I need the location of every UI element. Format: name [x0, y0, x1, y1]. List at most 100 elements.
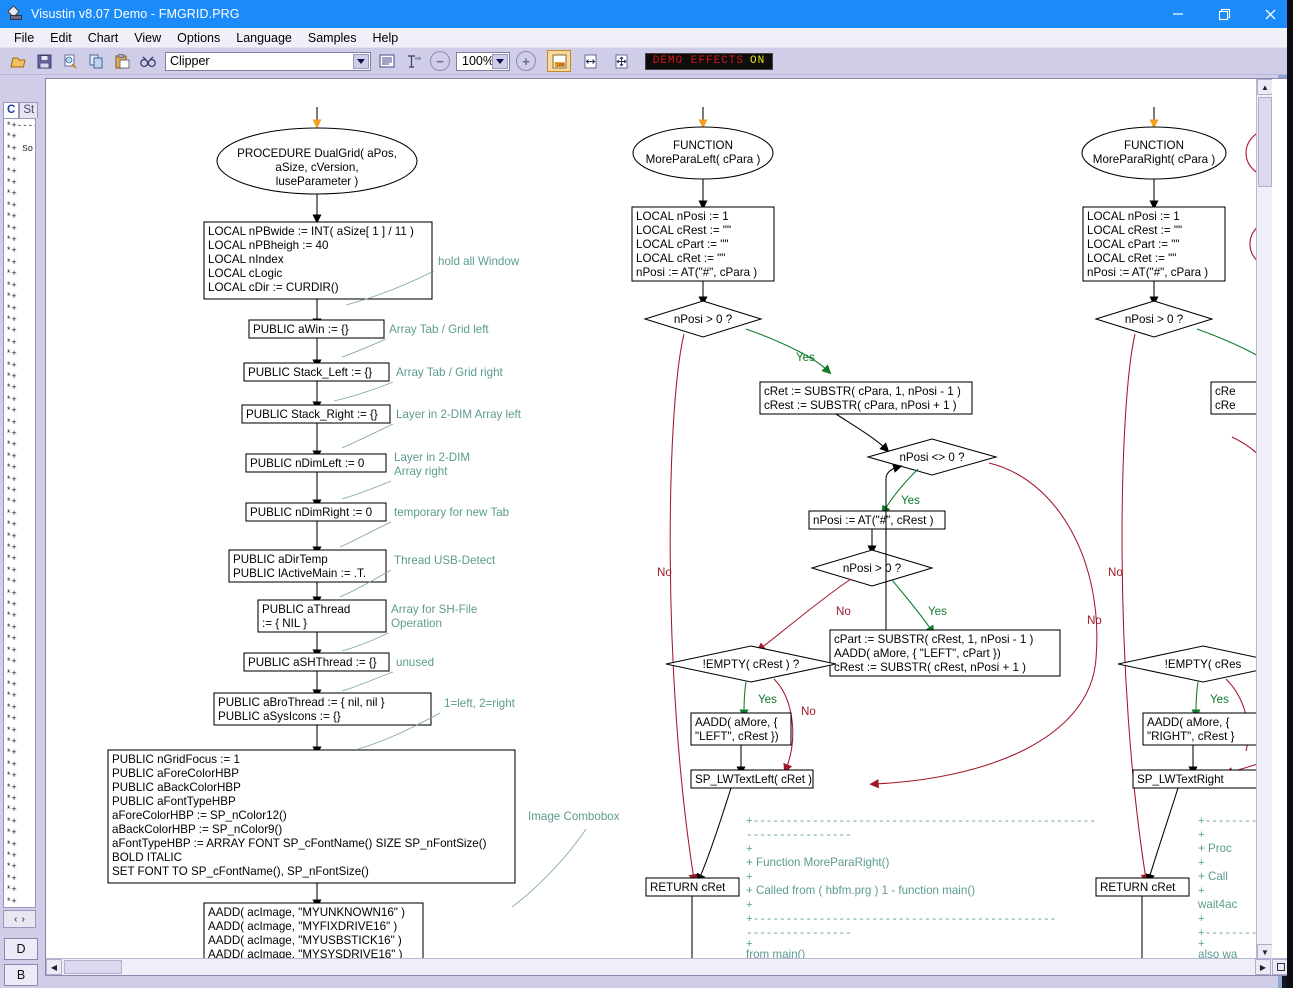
svg-text:cRest := SUBSTR( cRest, nPosi: cRest := SUBSTR( cRest, nPosi + 1 ) [834, 661, 1026, 674]
fit-width-icon[interactable] [578, 50, 602, 72]
language-combo-value: Clipper [170, 54, 210, 68]
menu-item-file[interactable]: File [6, 30, 42, 46]
window-controls [1155, 0, 1293, 28]
scroll-left-icon[interactable]: ◀ [46, 959, 62, 975]
svg-text:+: + [746, 900, 753, 912]
save-disk-icon[interactable] [32, 50, 56, 72]
svg-text:PUBLIC Stack_Right := {}: PUBLIC Stack_Right := {} [246, 408, 378, 421]
flowchart-canvas-area: .n { fill:#fff; stroke:#000; stroke-widt… [45, 78, 1288, 976]
demo-effects-label: DEMO EFFECTS [652, 55, 744, 67]
svg-text:nPosi > 0 ?: nPosi > 0 ? [843, 562, 902, 575]
horizontal-scroll-thumb[interactable] [64, 960, 122, 974]
svg-text:luseParameter ): luseParameter ) [276, 175, 359, 188]
svg-text:Layer in 2-DIM Array left: Layer in 2-DIM Array left [396, 408, 522, 421]
svg-text:aFontTypeHBP := ARRAY FONT SP_: aFontTypeHBP := ARRAY FONT SP_cFontName(… [112, 837, 487, 850]
svg-text:PUBLIC aSysIcons := {}: PUBLIC aSysIcons := {} [218, 710, 341, 723]
scroll-up-icon[interactable]: ▲ [1257, 79, 1272, 95]
svg-text:unused: unused [396, 656, 434, 669]
svg-text:LOCAL cPart := "": LOCAL cPart := "" [1087, 238, 1180, 251]
tab-struct[interactable]: St [19, 102, 39, 118]
svg-text:cRe: cRe [1215, 385, 1236, 398]
menu-bar: File Edit Chart View Options Language Sa… [0, 28, 1293, 48]
svg-text:em: em [415, 56, 421, 62]
svg-text:+---------: +--------- [1198, 816, 1264, 828]
svg-text:SP_LWTextLeft( cRet ): SP_LWTextLeft( cRet ) [695, 773, 812, 786]
svg-text:No: No [1108, 566, 1123, 579]
canvas-horizontal-scrollbar[interactable]: ◀ ▶ [46, 958, 1287, 975]
zoom-100-icon[interactable]: 100 [547, 50, 571, 72]
tab-code[interactable]: C [3, 102, 20, 118]
svg-text:PUBLIC aForeColorHBP: PUBLIC aForeColorHBP [112, 767, 239, 780]
svg-text:SET FONT TO SP_cFontName(), SP: SET FONT TO SP_cFontName(), SP_nFontSize… [112, 865, 369, 878]
menu-item-help[interactable]: Help [365, 30, 407, 46]
svg-text:RETURN cRet: RETURN cRet [1100, 881, 1176, 894]
restore-icon[interactable] [1201, 0, 1247, 28]
menu-item-edit[interactable]: Edit [42, 30, 80, 46]
svg-text:+-----------------------------: +---------------------------------------… [746, 914, 1056, 926]
svg-text:cPart := SUBSTR( cRest, 1, nPo: cPart := SUBSTR( cRest, 1, nPosi - 1 ) [834, 633, 1034, 646]
svg-text:LOCAL cRest := "": LOCAL cRest := "" [636, 224, 731, 237]
font-size-icon[interactable]: em [401, 50, 425, 72]
source-code-preview[interactable]: *+----- *+ *+ So *+ *+ ( *+ *+ l *+ *+ *… [3, 118, 36, 908]
zoom-out-button[interactable]: − [430, 51, 450, 71]
toolbar: Clipper em − 100% + 100 DEMO EFFECTS ON [0, 48, 1293, 75]
source-panel-buttons: D B E [4, 938, 38, 988]
svg-text:PUBLIC aBroThread := { nil, n: PUBLIC aBroThread := { nil, nil } [218, 696, 385, 709]
svg-text:LOCAL cRet := "": LOCAL cRet := "" [636, 252, 725, 265]
open-folder-icon[interactable] [6, 50, 30, 72]
svg-text:PUBLIC Stack_Left := {}: PUBLIC Stack_Left := {} [248, 366, 372, 379]
svg-text:PUBLIC aSHThread := {}: PUBLIC aSHThread := {} [248, 656, 377, 669]
find-binoculars-icon[interactable] [136, 50, 160, 72]
svg-text:RETURN cRet: RETURN cRet [650, 881, 726, 894]
menu-item-samples[interactable]: Samples [300, 30, 365, 46]
svg-text:100: 100 [555, 62, 565, 68]
menu-item-options[interactable]: Options [169, 30, 228, 46]
flowchart-canvas[interactable]: .n { fill:#fff; stroke:#000; stroke-widt… [46, 79, 1272, 960]
svg-text:PUBLIC lActiveMain := .T.: PUBLIC lActiveMain := .T. [233, 567, 366, 580]
svg-text:Layer in 2-DIM: Layer in 2-DIM [394, 451, 470, 464]
vertical-scroll-thumb[interactable] [1258, 97, 1272, 187]
svg-text:----------------: ---------------- [746, 830, 852, 842]
copy-icon[interactable] [84, 50, 108, 72]
svg-text:BOLD ITALIC: BOLD ITALIC [112, 851, 182, 864]
svg-text:Yes: Yes [796, 351, 815, 364]
zoom-level-value: 100% [462, 54, 494, 68]
resize-grip-icon[interactable] [1272, 959, 1287, 975]
panel-button-d[interactable]: D [4, 938, 38, 960]
scroll-right-icon[interactable]: ▶ [1255, 959, 1271, 975]
svg-text:wait4ac: wait4ac [1197, 898, 1238, 911]
print-preview-icon[interactable] [58, 50, 82, 72]
menu-item-view[interactable]: View [126, 30, 169, 46]
svg-text:AADD( aMore, { "LEFT", cPart }: AADD( aMore, { "LEFT", cPart }) [834, 647, 1001, 660]
svg-text:No: No [657, 566, 672, 579]
svg-text:Thread USB-Detect: Thread USB-Detect [394, 554, 496, 567]
fit-page-icon[interactable] [609, 50, 633, 72]
svg-text:PUBLIC aBackColorHBP: PUBLIC aBackColorHBP [112, 781, 241, 794]
svg-text:PUBLIC nGridFocus := 1: PUBLIC nGridFocus := 1 [112, 753, 240, 766]
canvas-vertical-scrollbar[interactable]: ▲ ▼ [1256, 79, 1272, 960]
panel-button-b[interactable]: B [4, 964, 38, 986]
title-bar: Visustin v8.07 Demo - FMGRID.PRG [0, 0, 1293, 28]
language-combo[interactable]: Clipper [165, 51, 371, 71]
nav-prev-icon[interactable]: ‹ [14, 914, 17, 925]
svg-text:Operation: Operation [391, 617, 442, 630]
nav-next-icon[interactable]: › [22, 914, 25, 925]
list-view-icon[interactable] [375, 50, 399, 72]
menu-item-language[interactable]: Language [228, 30, 300, 46]
chevron-down-icon[interactable] [353, 53, 369, 69]
svg-text:+: + [1198, 830, 1205, 842]
zoom-level-combo[interactable]: 100% [456, 51, 510, 71]
svg-text:Array for SH-File: Array for SH-File [391, 603, 477, 616]
svg-text:MoreParaRight( cPara ): MoreParaRight( cPara ) [1093, 153, 1216, 166]
chevron-down-icon[interactable] [492, 53, 508, 69]
svg-text:temporary for new Tab: temporary for new Tab [394, 506, 509, 519]
svg-text:PUBLIC nDimLeft := 0: PUBLIC nDimLeft := 0 [250, 457, 364, 470]
menu-item-chart[interactable]: Chart [80, 30, 127, 46]
paste-icon[interactable] [110, 50, 134, 72]
svg-text:LOCAL cRet := "": LOCAL cRet := "" [1087, 252, 1176, 265]
svg-text:AADD( aMore, {: AADD( aMore, { [1147, 716, 1230, 729]
svg-text:PROCEDURE DualGrid( aPos,: PROCEDURE DualGrid( aPos, [237, 147, 397, 160]
minimize-icon[interactable] [1155, 0, 1201, 28]
svg-text:LOCAL nPBheigh := 40: LOCAL nPBheigh := 40 [208, 239, 328, 252]
zoom-in-button[interactable]: + [516, 51, 536, 71]
